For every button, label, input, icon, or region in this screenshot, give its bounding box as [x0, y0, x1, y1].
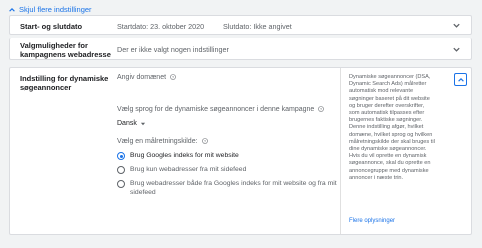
domain-field[interactable]: Angiv domænet ?	[117, 74, 176, 81]
start-end-date-row[interactable]: Start- og slutdato Startdato: 23. oktobe…	[9, 15, 472, 35]
collapse-button[interactable]	[454, 73, 467, 86]
help-icon[interactable]: ?	[170, 74, 176, 80]
learn-more-link[interactable]: Flere oplysninger	[349, 218, 395, 224]
hide-settings-toggle[interactable]: Skjul flere indstillinger	[8, 5, 92, 14]
help-icon[interactable]: ?	[318, 106, 325, 112]
radio-button[interactable]	[117, 166, 125, 174]
radio-page-feed[interactable]: Brug kun webadresser fra mit sidefeed	[117, 166, 246, 175]
radio-label: Brug kun webadresser fra mit sidefeed	[130, 166, 247, 173]
domain-label: Angiv domænet	[117, 74, 167, 81]
url-options-label: Valgmuligheder for kampagnens webadresse	[20, 41, 111, 59]
end-date-value: Slutdato: Ikke angivet	[223, 22, 292, 31]
chevron-up-icon	[9, 7, 15, 12]
chevron-down-icon[interactable]	[452, 45, 461, 54]
radio-button[interactable]	[117, 152, 125, 160]
start-date-value: Startdato: 23. oktober 2020	[117, 22, 205, 31]
language-dropdown[interactable]: Dansk	[117, 120, 146, 127]
start-end-date-label: Start- og slutdato	[20, 22, 83, 31]
chevron-down-icon[interactable]	[452, 21, 461, 30]
radio-both-sources[interactable]: Brug webadresser både fra Googles indeks…	[117, 180, 337, 197]
target-source-label: Vælg en målretningskilde: ?	[117, 138, 208, 145]
radio-google-index[interactable]: Brug Googles indeks for mit website	[117, 152, 239, 161]
language-field-label: Vælg sprog for de dynamiske søgeannoncer…	[117, 106, 325, 113]
hide-settings-label: Skjul flere indstillinger	[19, 5, 92, 14]
chevron-up-icon	[457, 77, 464, 82]
language-value: Dansk	[117, 120, 137, 127]
url-options-value: Der er ikke valgt nogen indstillinger	[117, 45, 229, 54]
radio-label: Brug webadresser både fra Googles indeks…	[130, 180, 337, 196]
help-icon[interactable]: ?	[201, 138, 208, 144]
dsa-settings-panel: Indstilling for dynamiske søgeannoncer A…	[9, 67, 472, 235]
help-sidebar: Dynamiske søgeannoncer (DSA, Dynamic Sea…	[340, 68, 472, 234]
url-options-row[interactable]: Valgmuligheder for kampagnens webadresse…	[9, 38, 472, 60]
dsa-settings-title: Indstilling for dynamiske søgeannoncer	[20, 74, 109, 92]
dropdown-arrow-icon	[140, 122, 145, 125]
radio-label: Brug Googles indeks for mit website	[130, 152, 239, 159]
radio-button[interactable]	[117, 180, 125, 188]
help-text: Dynamiske søgeannoncer (DSA, Dynamic Sea…	[349, 74, 435, 181]
